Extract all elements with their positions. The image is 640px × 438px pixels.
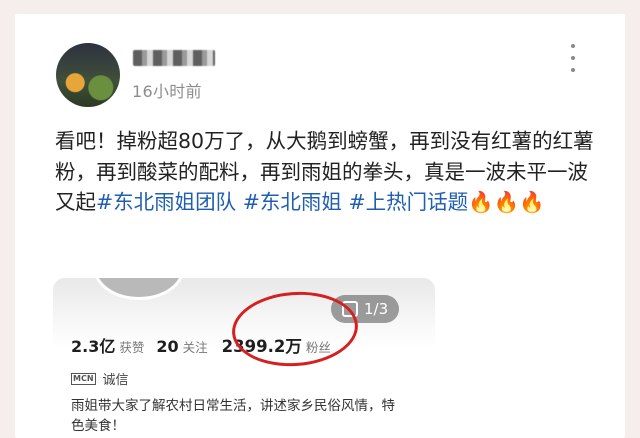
- stat-following-value: 20: [156, 337, 179, 356]
- username-blurred[interactable]: [133, 50, 215, 66]
- more-options-icon[interactable]: [569, 44, 577, 72]
- stat-likes: 2.3亿 获赞: [71, 333, 144, 357]
- stat-likes-value: 2.3亿: [71, 337, 116, 356]
- post-time: 16小时前: [132, 82, 202, 101]
- hashtag-trending[interactable]: #上热门话题: [348, 190, 468, 214]
- stat-following-label: 关注: [182, 340, 208, 355]
- post-card: 16小时前 看吧！掉粉超80万了，从大鹅到螃蟹，再到没有红薯的红薯粉，再到酸菜的…: [15, 14, 625, 438]
- profile-bio: 雨姐带大家了解农村日常生活，讲述家乡民俗风情，特色美食！: [71, 398, 395, 434]
- verification-label: 诚信: [102, 373, 129, 388]
- profile-avatar: [93, 278, 185, 300]
- fire-emoji: 🔥🔥🔥: [468, 190, 545, 214]
- mcn-badge-icon: MCN: [71, 372, 96, 385]
- post-body: 看吧！掉粉超80万了，从大鹅到螃蟹，再到没有红薯的红薯粉，再到酸菜的配料，再到雨…: [55, 126, 603, 218]
- hashtag-yujie[interactable]: #东北雨姐: [243, 190, 342, 214]
- stat-following: 20 关注: [156, 337, 207, 356]
- page-indicator: 1/3: [364, 300, 389, 318]
- stat-likes-label: 获赞: [119, 340, 145, 355]
- embedded-profile-image[interactable]: 1/3 2.3亿 获赞 20 关注 2399.2万 粉丝 MCN 诚信 雨姐带大…: [53, 278, 435, 438]
- avatar[interactable]: [56, 43, 120, 107]
- verification-row: MCN 诚信: [71, 369, 129, 388]
- hashtag-team[interactable]: #东北雨姐团队: [96, 190, 236, 214]
